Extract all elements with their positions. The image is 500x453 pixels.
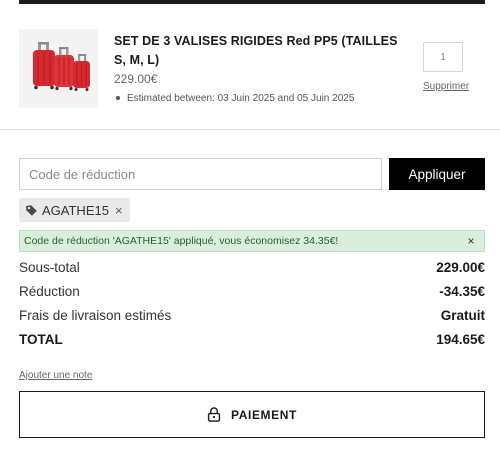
shipping-row: Frais de livraison estimés Gratuit: [19, 308, 485, 323]
top-divider: [19, 0, 485, 4]
total-row: TOTAL 194.65€: [19, 332, 485, 347]
shipping-label: Frais de livraison estimés: [19, 308, 172, 323]
subtotal-value: 229.00€: [436, 260, 485, 275]
checkout-label: PAIEMENT: [231, 407, 297, 422]
apply-discount-button[interactable]: Appliquer: [389, 158, 485, 190]
product-image[interactable]: [19, 29, 98, 108]
total-label: TOTAL: [19, 332, 63, 347]
remove-code-icon[interactable]: ×: [115, 203, 123, 218]
quantity-input[interactable]: [423, 42, 463, 72]
discount-row: Réduction -34.35€: [19, 284, 485, 299]
remove-item-link[interactable]: Supprimer: [423, 81, 469, 92]
discount-label: Réduction: [19, 284, 80, 299]
delivery-estimate: Estimated between: 03 Juin 2025 and 05 J…: [114, 93, 354, 104]
applied-code-label: AGATHE15: [42, 202, 109, 218]
lock-icon: [207, 407, 221, 422]
discount-success-message: Code de réduction 'AGATHE15' appliqué, v…: [24, 235, 339, 247]
discount-success-alert: Code de réduction 'AGATHE15' appliqué, v…: [19, 230, 485, 252]
subtotal-row: Sous-total 229.00€: [19, 260, 485, 275]
delivery-estimate-text: Estimated between: 03 Juin 2025 and 05 J…: [127, 93, 355, 104]
tag-icon: [26, 204, 37, 216]
add-note-link[interactable]: Ajouter une note: [19, 370, 92, 381]
discount-value: -34.35€: [439, 284, 485, 299]
bullet-icon: [116, 95, 120, 100]
applied-code-tag: AGATHE15 ×: [19, 198, 130, 222]
suitcase-set-image: [19, 29, 98, 108]
checkout-button[interactable]: PAIEMENT: [19, 391, 485, 438]
product-title[interactable]: SET DE 3 VALISES RIGIDES Red PP5 (TAILLE…: [114, 32, 404, 70]
subtotal-label: Sous-total: [19, 260, 80, 275]
shipping-value: Gratuit: [440, 308, 485, 323]
cart-item: SET DE 3 VALISES RIGIDES Red PP5 (TAILLE…: [19, 29, 485, 111]
close-alert-icon[interactable]: ×: [462, 234, 480, 248]
discount-code-input[interactable]: [19, 158, 382, 190]
section-divider: [0, 129, 500, 130]
product-price: 229.00€: [114, 72, 158, 86]
total-value: 194.65€: [436, 332, 485, 347]
